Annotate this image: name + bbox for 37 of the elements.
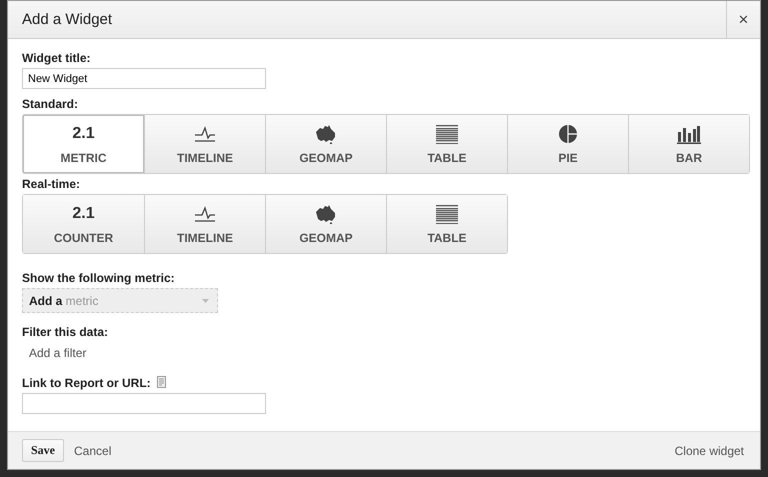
window-title: Add a Widget — [22, 11, 112, 28]
line-chart-icon — [192, 125, 218, 143]
metric-dropdown[interactable]: Add a metric — [22, 288, 218, 313]
widget-type-button[interactable]: TABLE — [386, 115, 507, 173]
dropdown-arrow-icon — [202, 298, 209, 302]
widget-type-button[interactable]: TABLE — [386, 195, 507, 253]
table-icon — [435, 124, 459, 144]
field-label: Link to Report or URL: — [22, 376, 151, 390]
line-chart-icon — [192, 205, 218, 223]
widget-type-button[interactable]: 2.1 METRIC — [23, 115, 144, 173]
close-button[interactable]: × — [726, 1, 760, 38]
number-sample: 2.1 — [72, 205, 95, 223]
section-label: Real-time: — [22, 177, 80, 191]
title-field[interactable]: New Widget — [22, 68, 266, 89]
map-icon — [314, 204, 338, 224]
map-icon — [314, 124, 338, 144]
section-label: Standard: — [22, 97, 78, 111]
pie-chart-icon — [558, 124, 578, 144]
bar-chart-icon — [676, 124, 702, 144]
widget-type-button[interactable]: PIE — [507, 115, 628, 173]
clone-widget-link[interactable]: Clone widget — [672, 442, 746, 460]
link-field[interactable] — [22, 393, 266, 414]
save-button[interactable]: Save — [22, 439, 64, 462]
field-label: Widget title: — [22, 51, 91, 65]
widget-type-button[interactable]: GEOMAP — [265, 195, 386, 253]
widget-type-button[interactable]: TIMELINE — [144, 195, 265, 253]
widget-type-button[interactable]: 2.1 COUNTER — [23, 195, 144, 253]
cancel-link[interactable]: Cancel — [72, 442, 114, 460]
field-label: Filter this data: — [22, 325, 108, 339]
field-label: Show the following metric: — [22, 271, 175, 285]
add-filter-link[interactable]: Add a filter — [22, 342, 94, 364]
document-icon — [156, 376, 166, 388]
widget-type-button[interactable]: BAR — [628, 115, 749, 173]
table-icon — [435, 204, 459, 224]
widget-type-button[interactable]: GEOMAP — [265, 115, 386, 173]
number-sample: 2.1 — [72, 125, 95, 143]
widget-type-button[interactable]: TIMELINE — [144, 115, 265, 173]
